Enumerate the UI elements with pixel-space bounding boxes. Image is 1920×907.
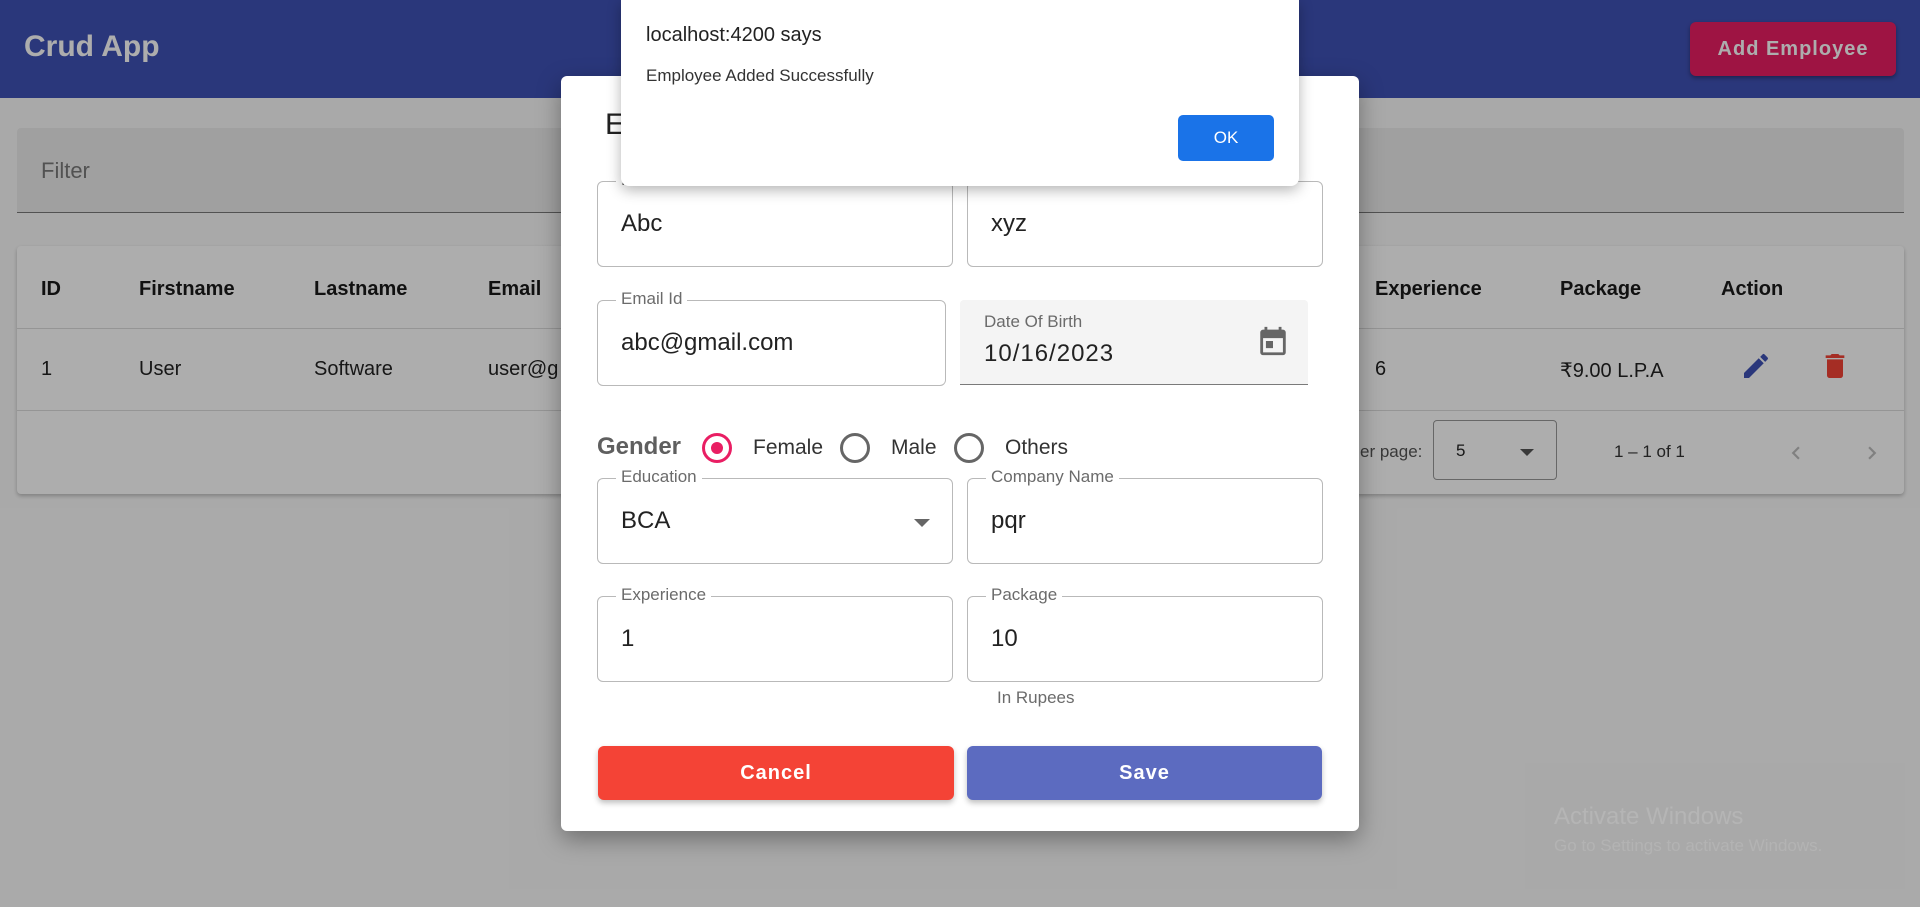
company-name-label: Company Name bbox=[986, 467, 1119, 487]
first-name-value: Abc bbox=[621, 210, 663, 237]
package-value: 10 bbox=[991, 625, 1018, 652]
email-field[interactable]: Email Id abc@gmail.com bbox=[597, 289, 946, 386]
caret-down-icon bbox=[914, 519, 930, 527]
cancel-button[interactable]: Cancel bbox=[598, 746, 954, 800]
save-button[interactable]: Save bbox=[967, 746, 1322, 800]
radio-male[interactable] bbox=[840, 433, 870, 463]
education-value: BCA bbox=[621, 507, 671, 534]
radio-female-label[interactable]: Female bbox=[753, 436, 823, 460]
last-name-value: xyz bbox=[991, 210, 1027, 237]
package-field[interactable]: Package 10 bbox=[967, 585, 1323, 682]
alert-ok-button[interactable]: OK bbox=[1178, 115, 1274, 161]
date-of-birth-label: Date Of Birth bbox=[984, 312, 1083, 331]
radio-female[interactable] bbox=[702, 433, 732, 463]
package-hint: In Rupees bbox=[997, 688, 1075, 707]
company-name-value: pqr bbox=[991, 507, 1026, 534]
education-select[interactable]: Education BCA bbox=[597, 467, 953, 564]
date-of-birth-value: 10/16/2023 bbox=[984, 340, 1115, 367]
calendar-icon[interactable] bbox=[1256, 324, 1290, 358]
email-value: abc@gmail.com bbox=[621, 329, 794, 356]
browser-alert: localhost:4200 says Employee Added Succe… bbox=[621, 0, 1299, 186]
experience-value: 1 bbox=[621, 625, 635, 652]
windows-watermark-title: Activate Windows bbox=[1554, 803, 1744, 830]
alert-origin: localhost:4200 says bbox=[646, 24, 822, 46]
radio-others[interactable] bbox=[954, 433, 984, 463]
education-label: Education bbox=[616, 467, 702, 487]
company-name-field[interactable]: Company Name pqr bbox=[967, 467, 1323, 564]
experience-field[interactable]: Experience 1 bbox=[597, 585, 953, 682]
package-label: Package bbox=[986, 585, 1063, 605]
alert-message: Employee Added Successfully bbox=[646, 66, 874, 85]
gender-label: Gender bbox=[597, 433, 682, 460]
radio-others-label[interactable]: Others bbox=[1005, 436, 1068, 460]
date-of-birth-field[interactable]: Date Of Birth 10/16/2023 bbox=[960, 300, 1308, 385]
email-label: Email Id bbox=[616, 289, 688, 309]
experience-label: Experience bbox=[616, 585, 712, 605]
windows-watermark-subtitle: Go to Settings to activate Windows. bbox=[1554, 836, 1823, 855]
first-name-field[interactable]: First Name Abc bbox=[597, 170, 953, 267]
last-name-field[interactable]: Last Name xyz bbox=[967, 170, 1323, 267]
radio-male-label[interactable]: Male bbox=[891, 436, 937, 460]
